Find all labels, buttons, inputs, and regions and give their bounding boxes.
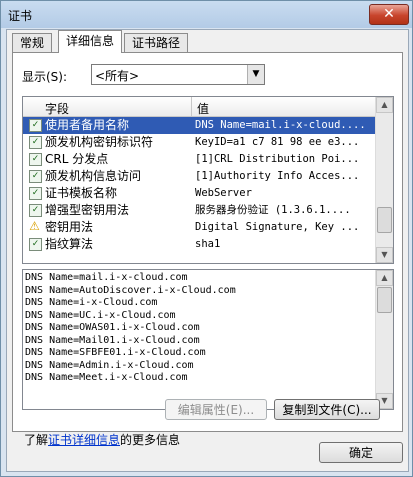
extension-icon: ✓ <box>29 238 42 251</box>
field-value: KeyID=a1 c7 81 98 ee e3... <box>195 136 360 148</box>
show-dropdown[interactable]: <所有> ▼ <box>91 64 265 85</box>
extension-icon: ✓ <box>29 170 42 183</box>
extension-icon: ✓ <box>29 136 42 149</box>
value-line: DNS Name=SFBFE01.i-x-Cloud.com <box>25 347 206 358</box>
value-line: DNS Name=Meet.i-x-Cloud.com <box>25 372 188 383</box>
extension-icon: ✓ <box>29 119 42 132</box>
column-divider[interactable] <box>191 97 192 116</box>
close-button[interactable]: ✕ <box>369 4 409 25</box>
value-line: DNS Name=Mail01.i-x-Cloud.com <box>25 334 200 346</box>
title-bar: 证书 ✕ <box>1 1 412 28</box>
scroll-up-icon[interactable]: ▲ <box>376 97 393 113</box>
list-item[interactable]: ✓ 颁发机构密钥标识符 KeyID=a1 c7 81 98 ee e3... <box>23 134 375 151</box>
column-header-value[interactable]: 值 <box>197 100 209 117</box>
column-header-field[interactable]: 字段 <box>45 100 69 117</box>
field-name: 增强型密钥用法 <box>45 203 130 217</box>
field-value: WebServer <box>195 187 252 199</box>
scroll-down-icon[interactable]: ▼ <box>376 247 393 263</box>
field-name: 密钥用法 <box>45 220 94 234</box>
field-value: DNS Name=mail.i-x-cloud.... <box>195 119 366 131</box>
extension-icon: ✓ <box>29 187 42 200</box>
edit-properties-button[interactable]: 编辑属性(E)... <box>165 399 267 420</box>
value-line: DNS Name=AutoDiscover.i-x-Cloud.com <box>25 284 236 296</box>
learn-more-suffix: 的更多信息 <box>120 433 181 447</box>
value-line: DNS Name=mail.i-x-cloud.com <box>25 272 188 283</box>
extension-icon: ✓ <box>29 204 42 217</box>
list-item[interactable]: ✓ 使用者备用名称 DNS Name=mail.i-x-cloud.... <box>23 117 375 134</box>
field-value: [1]CRL Distribution Poi... <box>195 153 360 165</box>
chevron-down-icon[interactable]: ▼ <box>247 65 264 84</box>
certificate-details-link[interactable]: 证书详细信息 <box>48 433 120 447</box>
show-dropdown-value: <所有> <box>95 69 140 83</box>
fields-scrollbar[interactable]: ▲ ▼ <box>375 97 393 263</box>
field-value: [1]Authority Info Acces... <box>195 170 360 182</box>
scroll-thumb[interactable] <box>377 207 392 233</box>
ok-button[interactable]: 确定 <box>319 442 403 463</box>
dialog-client: 常规 详细信息 证书路径 显示(S): <所有> ▼ 字段 值 ✓ 使用者备用名称… <box>6 29 409 472</box>
field-value: sha1 <box>195 238 221 250</box>
value-line: DNS Name=UC.i-x-Cloud.com <box>25 309 176 321</box>
certificate-dialog: 证书 ✕ 常规 详细信息 证书路径 显示(S): <所有> ▼ 字段 值 ✓ 使用… <box>0 0 413 477</box>
list-item[interactable]: ✓ 增强型密钥用法 服务器身份验证 (1.3.6.1.... <box>23 202 375 219</box>
list-item[interactable]: ⚠ 密钥用法 Digital Signature, Key ... <box>23 219 375 236</box>
field-name: 使用者备用名称 <box>45 118 130 132</box>
list-item[interactable]: ✓ CRL 分发点 [1]CRL Distribution Poi... <box>23 151 375 168</box>
field-name: 颁发机构密钥标识符 <box>45 135 154 149</box>
value-line: DNS Name=Admin.i-x-Cloud.com <box>25 359 194 371</box>
details-tab-page: 显示(S): <所有> ▼ 字段 值 ✓ 使用者备用名称 DNS Name=mail… <box>12 52 403 432</box>
list-item[interactable]: ✓ 指纹算法 sha1 <box>23 236 375 253</box>
field-name: 颁发机构信息访问 <box>45 169 142 183</box>
learn-more-text: 了解证书详细信息的更多信息 <box>24 431 180 448</box>
field-value-lines: DNS Name=mail.i-x-cloud.com DNS Name=Auto… <box>25 272 373 385</box>
list-item[interactable]: ✓ 证书模板名称 WebServer <box>23 185 375 202</box>
extension-icon: ✓ <box>29 153 42 166</box>
field-name: 证书模板名称 <box>45 186 118 200</box>
list-item[interactable]: ✓ 颁发机构信息访问 [1]Authority Info Acces... <box>23 168 375 185</box>
value-line: DNS Name=OWAS01.i-x-Cloud.com <box>25 322 200 333</box>
fields-list[interactable]: 字段 值 ✓ 使用者备用名称 DNS Name=mail.i-x-cloud....… <box>22 96 394 264</box>
field-value-box[interactable]: DNS Name=mail.i-x-cloud.com DNS Name=Auto… <box>22 269 394 410</box>
fields-rows: ✓ 使用者备用名称 DNS Name=mail.i-x-cloud.... ✓ 颁发机构… <box>23 117 375 263</box>
tab-details[interactable]: 详细信息 <box>58 30 123 53</box>
copy-to-file-button[interactable]: 复制到文件(C)... <box>274 399 380 420</box>
show-label: 显示(S): <box>22 70 68 84</box>
value-scrollbar[interactable]: ▲ ▼ <box>375 270 393 409</box>
warning-icon: ⚠ <box>29 219 40 233</box>
scroll-up-icon[interactable]: ▲ <box>376 270 393 286</box>
tab-general[interactable]: 常规 <box>12 33 53 52</box>
scroll-thumb[interactable] <box>377 287 392 313</box>
field-value: 服务器身份验证 (1.3.6.1.... <box>195 204 351 216</box>
list-header: 字段 值 <box>23 97 375 117</box>
window-title: 证书 <box>8 9 33 23</box>
value-line: DNS Name=i-x-Cloud.com <box>25 297 158 308</box>
field-name: CRL 分发点 <box>45 152 109 166</box>
field-value: Digital Signature, Key ... <box>195 221 360 233</box>
field-name: 指纹算法 <box>45 237 94 251</box>
learn-more-prefix: 了解 <box>24 433 49 447</box>
tab-certification-path[interactable]: 证书路径 <box>124 33 189 52</box>
